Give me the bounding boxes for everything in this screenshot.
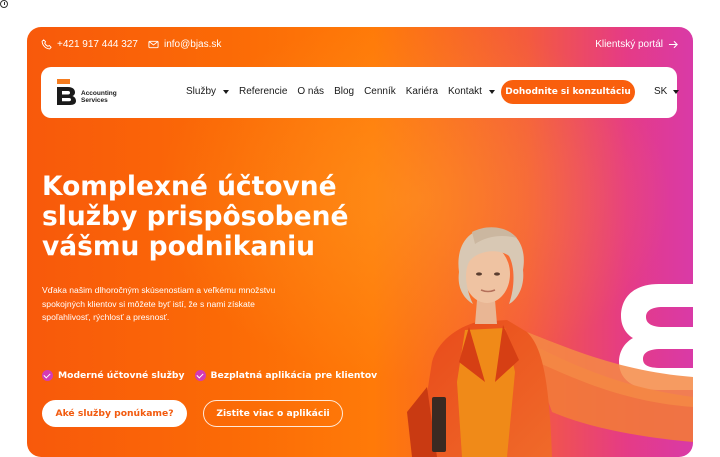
feature-item: Bezplatná aplikácia pre klientov: [194, 370, 378, 381]
nav-item-label: Cenník: [364, 86, 396, 97]
headline-line-2: služby prispôsobené: [42, 201, 349, 232]
mail-icon: [148, 40, 159, 49]
nav-item-cennik[interactable]: Cenník: [364, 86, 396, 97]
brand-logo[interactable]: Accounting Services: [57, 79, 117, 105]
nav-item-o-nas[interactable]: O nás: [297, 86, 324, 97]
chevron-down-icon: [488, 89, 495, 94]
description-line-3: spoľahlivosť, rýchlosť a presnosť.: [42, 312, 170, 323]
brand-name-line-1: Accounting: [81, 90, 117, 97]
language-label: SK: [654, 86, 668, 97]
nav-item-label: Blog: [334, 86, 355, 97]
top-contact-bar: +421 917 444 327 info@bjas.sk Klientský …: [41, 39, 679, 55]
headline-line-3: vášmu podnikaniu: [42, 231, 316, 262]
client-portal-link[interactable]: Klientský portál: [595, 39, 679, 50]
language-selector[interactable]: SK: [654, 86, 680, 97]
feature-label: Bezplatná aplikácia pre klientov: [210, 370, 378, 381]
email-link[interactable]: info@bjas.sk: [148, 39, 221, 50]
hero-description: Vďaka našim dlhoročným skúsenostiam a ve…: [42, 284, 307, 325]
brand-name-line-2: Services: [81, 97, 108, 104]
phone-icon: [41, 39, 52, 50]
consultation-button[interactable]: Dohodnite si konzultáciu: [501, 80, 635, 104]
phone-number: +421 917 444 327: [57, 39, 138, 50]
email-address: info@bjas.sk: [164, 39, 222, 50]
description-line-2: spokojných klientov si môžete byť istí, …: [42, 298, 255, 309]
nav-item-label: O nás: [297, 86, 325, 97]
services-button[interactable]: Aké služby ponúkame?: [42, 400, 187, 427]
feature-item: Moderné účtovné služby: [42, 370, 185, 381]
description-line-1: Vďaka našim dlhoročným skúsenostiam a ve…: [42, 285, 276, 295]
nav-item-kontakt[interactable]: Kontakt: [448, 86, 495, 97]
nav-item-sluzby[interactable]: Služby: [186, 86, 230, 97]
nav-item-blog[interactable]: Blog: [334, 86, 354, 97]
nav-menu: Služby Referencie O nás Blog Cenník Kari…: [186, 86, 505, 97]
feature-label: Moderné účtovné služby: [58, 370, 185, 381]
nav-item-label: Kontakt: [448, 86, 482, 97]
nav-item-referencie[interactable]: Referencie: [239, 86, 287, 97]
nav-item-label: Referencie: [239, 86, 288, 97]
corner-icon: [0, 0, 8, 8]
hero-person-image: [407, 227, 693, 457]
arrow-right-icon: [668, 40, 678, 49]
client-portal-label: Klientský portál: [595, 39, 663, 50]
nav-item-label: Kariéra: [405, 86, 439, 97]
logo-mark-icon: [57, 79, 76, 105]
main-navbar: Accounting Services Služby Referencie O …: [41, 67, 680, 118]
brand-name: Accounting Services: [81, 90, 117, 104]
nav-item-kariera[interactable]: Kariéra: [406, 86, 438, 97]
headline-line-1: Komplexné účtovné: [42, 171, 337, 202]
check-icon: [194, 370, 206, 381]
hero-headline: Komplexné účtovné služby prispôsobené vá…: [42, 172, 382, 262]
check-icon: [42, 370, 53, 381]
feature-list: Moderné účtovné služby Bezplatná aplikác…: [42, 370, 377, 381]
chevron-down-icon: [223, 89, 230, 94]
hero-section: +421 917 444 327 info@bjas.sk Klientský …: [27, 27, 693, 457]
app-info-button[interactable]: Zistite viac o aplikácii: [203, 400, 343, 427]
phone-link[interactable]: +421 917 444 327: [41, 39, 138, 50]
chevron-down-icon: [673, 89, 680, 94]
nav-item-label: Služby: [186, 86, 217, 97]
